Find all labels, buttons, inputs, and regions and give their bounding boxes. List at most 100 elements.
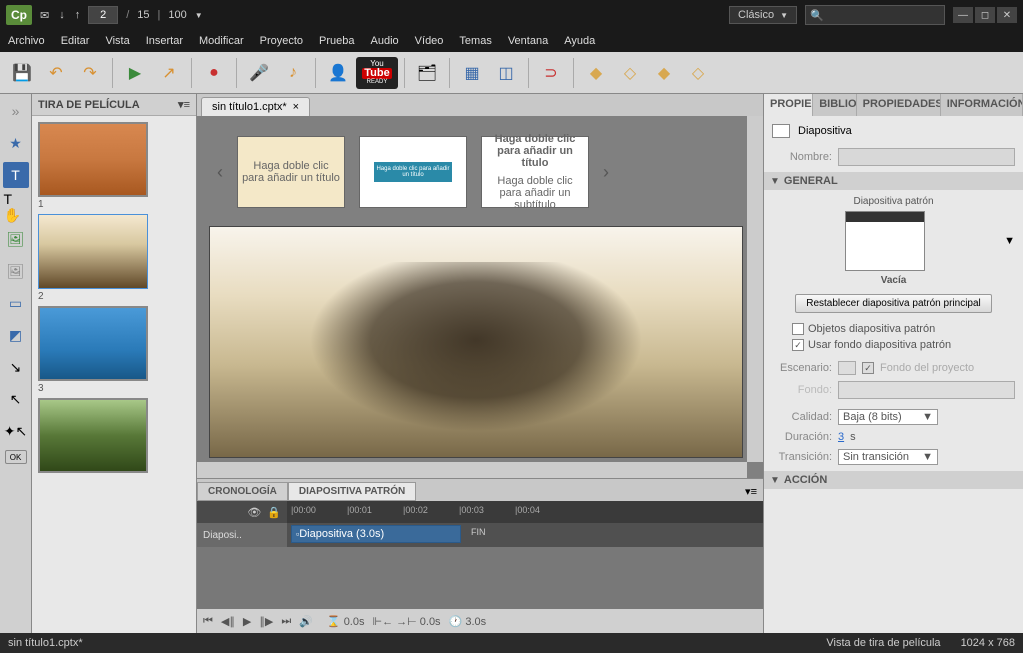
escenario-swatch[interactable] (838, 361, 856, 375)
next-template-icon[interactable]: › (603, 162, 609, 183)
play-icon[interactable]: ▶ (243, 615, 251, 628)
layer2-button[interactable]: ◇ (614, 57, 646, 89)
layer1-button[interactable]: ◆ (580, 57, 612, 89)
chk-objetos[interactable]: Objetos diapositiva patrón (772, 323, 1015, 335)
rect-icon[interactable]: ▭ (3, 290, 29, 316)
tab-cronologia[interactable]: CRONOLOGÍA (197, 482, 288, 501)
slide-canvas[interactable] (209, 226, 743, 458)
wand-icon[interactable]: ✦↖ (3, 418, 29, 444)
chevron-down-icon[interactable]: ▼ (1004, 235, 1015, 247)
slides-button[interactable]: 🗂 (411, 57, 443, 89)
zoom-dropdown-icon[interactable]: ▼ (195, 11, 203, 20)
menu-audio[interactable]: Audio (371, 35, 399, 47)
timeline-ruler[interactable]: |00:00 |00:01 |00:02 |00:03 |00:04 (287, 501, 763, 523)
image2-icon[interactable]: 🖼 (3, 258, 29, 284)
name-input[interactable] (838, 148, 1015, 166)
music-button[interactable]: ♪ (277, 57, 309, 89)
record-button[interactable]: ● (198, 57, 230, 89)
document-tab[interactable]: sin título1.cptx* × (201, 97, 310, 116)
menu-ayuda[interactable]: Ayuda (564, 35, 595, 47)
slide-num: 2 (38, 291, 190, 302)
slide-thumb-1[interactable]: 1 (38, 122, 190, 210)
tab-info-proyecto[interactable]: INFORMACIÓN DEL PROYEC (941, 94, 1023, 116)
eye-icon[interactable]: 👁 (247, 506, 261, 519)
expand-icon[interactable]: » (3, 98, 29, 124)
slide-num: 3 (38, 383, 190, 394)
page-current-input[interactable] (88, 6, 118, 24)
minimize-button[interactable]: — (953, 7, 973, 23)
maximize-button[interactable]: ◻ (975, 7, 995, 23)
menu-vista[interactable]: Vista (105, 35, 129, 47)
menu-prueba[interactable]: Prueba (319, 35, 354, 47)
vertical-scrollbar[interactable] (747, 116, 763, 462)
tab-biblioteca[interactable]: BIBLIOTECA (813, 94, 856, 116)
play-button[interactable]: ▶ (119, 57, 151, 89)
text-box-icon[interactable]: T (3, 162, 29, 188)
shape-icon[interactable]: ◩ (3, 322, 29, 348)
chk-usar-fondo[interactable]: ✓Usar fondo diapositiva patrón (772, 339, 1015, 351)
export-button[interactable]: ↗ (153, 57, 185, 89)
step-fwd-icon[interactable]: ∥▶ (259, 615, 273, 628)
step-back-icon[interactable]: ◀∥ (221, 615, 235, 628)
transicion-select[interactable]: Sin transición▼ (838, 449, 938, 465)
redo-button[interactable]: ↷ (74, 57, 106, 89)
search-input[interactable]: 🔍 (805, 5, 945, 25)
duracion-value[interactable]: 3 (838, 431, 844, 443)
grid-button[interactable]: ▦ (456, 57, 488, 89)
menu-insertar[interactable]: Insertar (146, 35, 183, 47)
reset-master-button[interactable]: Restablecer diapositiva patrón principal (795, 294, 992, 313)
youtube-button[interactable]: YouTubeREADY (356, 57, 398, 89)
slide-thumb-3[interactable]: 3 (38, 306, 190, 394)
menu-proyecto[interactable]: Proyecto (260, 35, 303, 47)
menu-ventana[interactable]: Ventana (508, 35, 548, 47)
timeline-track[interactable]: ▫ Diapositiva (3.0s) FIN (287, 523, 763, 547)
lock-icon[interactable]: 🔒 (267, 506, 281, 519)
horizontal-scrollbar[interactable] (197, 462, 747, 478)
section-general[interactable]: ▼ GENERAL (764, 172, 1023, 190)
menu-modificar[interactable]: Modificar (199, 35, 244, 47)
cursor-icon[interactable]: ↖ (3, 386, 29, 412)
menu-editar[interactable]: Editar (61, 35, 90, 47)
magnet-button[interactable]: ⊃ (535, 57, 567, 89)
character-button[interactable]: 👤 (322, 57, 354, 89)
workspace-selector[interactable]: Clásico ▼ (729, 6, 797, 24)
section-accion[interactable]: ▼ ACCIÓN (764, 471, 1023, 489)
layer3-button[interactable]: ◆ (648, 57, 680, 89)
goto-start-icon[interactable]: ⏮ (203, 615, 213, 628)
tab-prop-pruebas[interactable]: PROPIEDADES DE LAS PRUE (857, 94, 941, 116)
template-3[interactable]: Haga doble clic para añadir un título Ha… (481, 136, 589, 208)
text-hand-icon[interactable]: T✋ (3, 194, 29, 220)
tab-diapositiva-patron[interactable]: DIAPOSITIVA PATRÓN (288, 482, 416, 501)
save-button[interactable]: 💾 (6, 57, 38, 89)
speaker-icon[interactable]: 🔊 (299, 615, 313, 628)
menu-temas[interactable]: Temas (459, 35, 491, 47)
prev-template-icon[interactable]: ‹ (217, 162, 223, 183)
panel-menu-icon[interactable]: ▾≡ (739, 482, 763, 501)
menu-video[interactable]: Vídeo (415, 35, 444, 47)
line-icon[interactable]: ↘ (3, 354, 29, 380)
image-icon[interactable]: 🖼 (3, 226, 29, 252)
mail-icon[interactable]: ✉ (40, 9, 49, 22)
undo-button[interactable]: ↶ (40, 57, 72, 89)
master-slide-thumb[interactable] (845, 211, 925, 271)
up-icon[interactable]: ↑ (75, 9, 81, 22)
close-button[interactable]: ✕ (997, 7, 1017, 23)
mic-button[interactable]: 🎤 (243, 57, 275, 89)
tab-propiedades[interactable]: PROPIEDADES (764, 94, 813, 116)
slide-thumb-2[interactable]: 2 (38, 214, 190, 302)
goto-end-icon[interactable]: ⏭ (281, 615, 291, 628)
down-icon[interactable]: ↓ (59, 9, 65, 22)
ok-button[interactable]: OK (5, 450, 27, 464)
close-icon[interactable]: × (293, 101, 299, 113)
menu-archivo[interactable]: Archivo (8, 35, 45, 47)
star-icon[interactable]: ★ (3, 130, 29, 156)
timeline-clip[interactable]: ▫ Diapositiva (3.0s) (291, 525, 461, 543)
template-1[interactable]: Haga doble clic para añadir un título (237, 136, 345, 208)
layout-button[interactable]: ◫ (490, 57, 522, 89)
panel-menu-icon[interactable]: ▾≡ (178, 98, 190, 111)
layer4-button[interactable]: ◇ (682, 57, 714, 89)
template-2[interactable]: Haga doble clic para añadir un título (359, 136, 467, 208)
slide-thumb-4[interactable] (38, 398, 190, 473)
timeline-row[interactable]: Diaposi.. ▫ Diapositiva (3.0s) FIN (197, 523, 763, 547)
calidad-select[interactable]: Baja (8 bits)▼ (838, 409, 938, 425)
